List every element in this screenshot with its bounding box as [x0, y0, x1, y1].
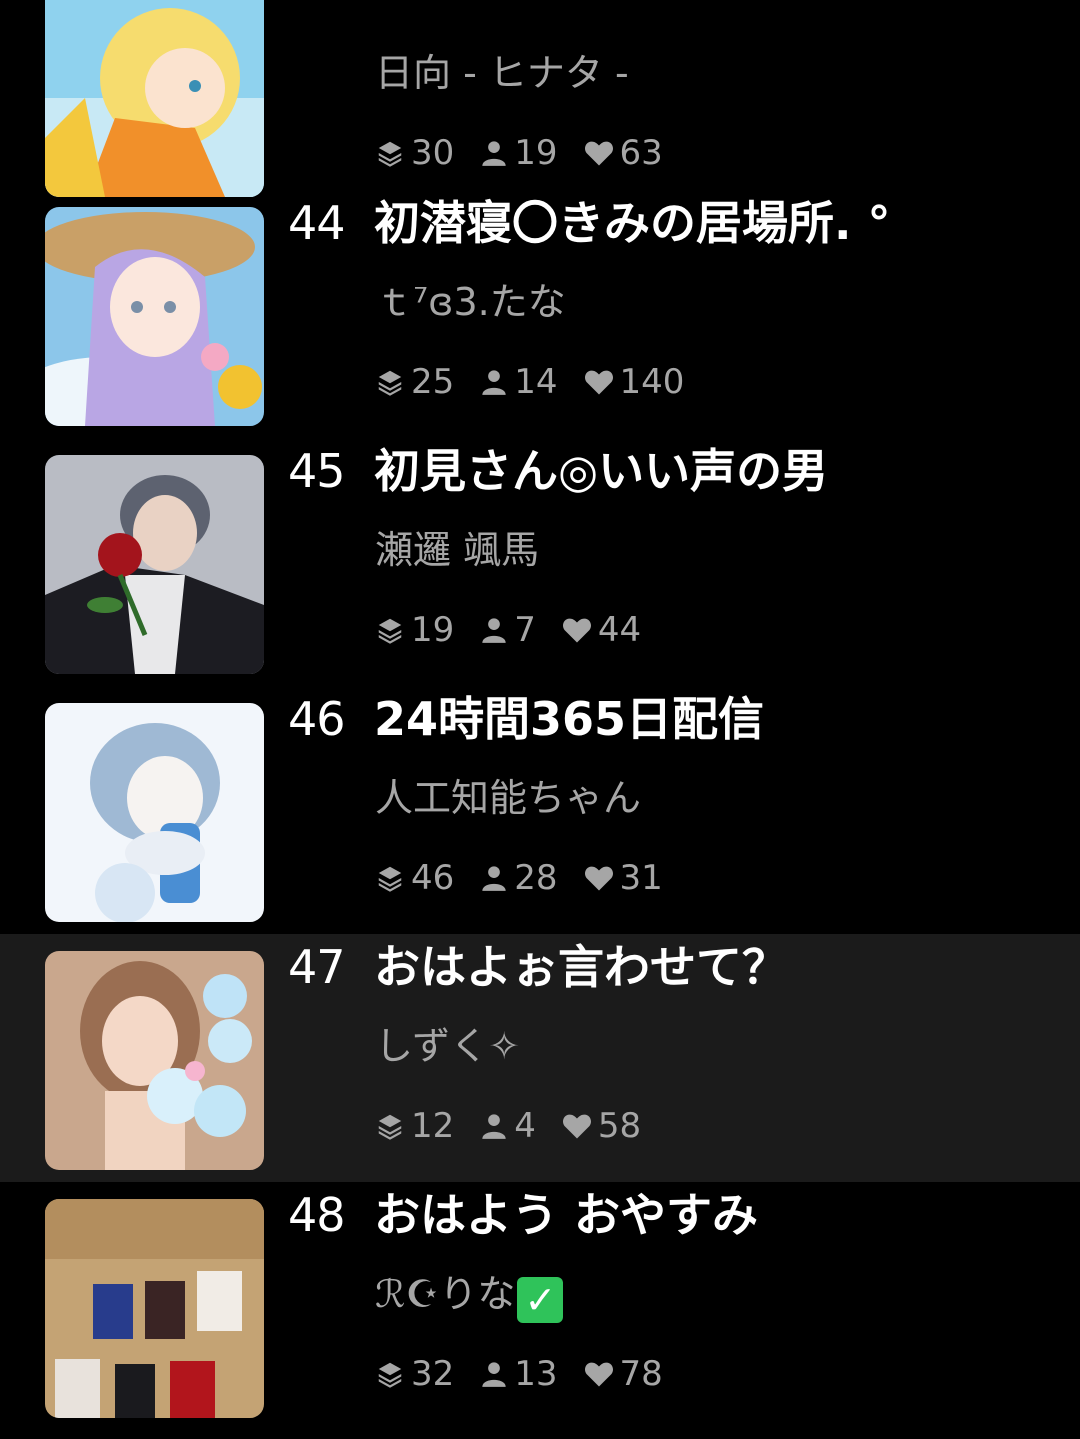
listeners-count: 14	[514, 362, 558, 402]
person-icon	[482, 618, 506, 643]
layers-count: 30	[411, 133, 455, 173]
room-row[interactable]: 日向 - ヒナタ - 30 19 63	[0, 0, 1080, 209]
layers-icon	[378, 1114, 402, 1140]
likes-stat: 44	[562, 610, 641, 650]
room-title: 初潜寝〇きみの居場所. °	[374, 196, 891, 250]
room-row[interactable]: 44 初潜寝〇きみの居場所. ° ｔ⁷ɞ3.たな 25 14 140	[0, 190, 1080, 438]
person-icon	[482, 866, 506, 891]
room-thumbnail	[45, 0, 264, 197]
layers-stat: 19	[375, 610, 454, 650]
likes-stat: 58	[562, 1106, 641, 1146]
heart-icon	[562, 618, 591, 643]
room-stats: 12 4 58	[375, 1106, 667, 1146]
likes-count: 58	[597, 1106, 642, 1146]
layers-stat: 46	[375, 858, 454, 898]
heart-icon	[584, 370, 613, 395]
room-stats: 30 19 63	[375, 133, 689, 173]
rank-number: 46	[288, 692, 346, 746]
layers-count: 19	[411, 610, 455, 650]
listeners-count: 7	[514, 610, 536, 650]
room-stats: 19 7 44	[375, 610, 667, 650]
room-thumbnail	[45, 951, 264, 1170]
room-title: 初見さん◎いい声の男	[374, 444, 829, 498]
likes-count: 63	[619, 133, 663, 173]
likes-stat: 140	[584, 362, 685, 402]
person-icon	[482, 1362, 506, 1387]
layers-count: 25	[411, 362, 455, 402]
rank-number: 45	[288, 444, 346, 498]
layers-stat: 32	[375, 1354, 454, 1394]
listeners-stat: 28	[480, 858, 558, 898]
layers-icon	[378, 141, 402, 167]
host-name: ℛ☪りな ✓	[375, 1272, 564, 1323]
likes-stat: 31	[584, 858, 663, 898]
layers-count: 32	[411, 1354, 455, 1394]
layers-icon	[378, 618, 402, 644]
room-thumbnail	[45, 703, 264, 922]
room-title: おはよう おやすみ	[374, 1188, 759, 1242]
listeners-stat: 7	[480, 610, 536, 650]
host-name: 人工知能ちゃん	[375, 776, 642, 820]
room-stats: 25 14 140	[375, 362, 710, 402]
room-thumbnail	[45, 455, 264, 674]
listeners-count: 13	[514, 1354, 558, 1394]
listeners-stat: 4	[480, 1106, 536, 1146]
person-icon	[482, 370, 506, 395]
host-name: 瀬邏 颯馬	[375, 528, 540, 572]
layers-stat: 30	[375, 133, 454, 173]
listeners-count: 19	[514, 133, 558, 173]
room-row[interactable]: 45 初見さん◎いい声の男 瀬邏 颯馬 19 7 44	[0, 438, 1080, 686]
listeners-stat: 14	[480, 362, 558, 402]
likes-stat: 78	[584, 1354, 663, 1394]
rank-number: 44	[288, 196, 346, 250]
likes-count: 44	[597, 610, 642, 650]
likes-count: 31	[619, 858, 663, 898]
heart-icon	[562, 1114, 591, 1139]
heart-icon	[584, 1362, 613, 1387]
person-icon	[482, 141, 506, 166]
likes-count: 140	[619, 362, 685, 402]
layers-stat: 25	[375, 362, 454, 402]
host-name-text: ℛ☪りな	[375, 1272, 516, 1316]
host-name: ｔ⁷ɞ3.たな	[375, 280, 566, 324]
rank-number: 47	[288, 940, 346, 994]
heart-icon	[584, 141, 613, 166]
layers-count: 46	[411, 858, 455, 898]
person-icon	[482, 1114, 506, 1139]
check-mark-icon: ✓	[517, 1277, 564, 1323]
likes-stat: 63	[584, 133, 663, 173]
host-name: しずく✧	[375, 1024, 521, 1068]
likes-count: 78	[619, 1354, 663, 1394]
room-title: 24時間365日配信	[374, 692, 765, 746]
listeners-stat: 19	[480, 133, 558, 173]
layers-count: 12	[411, 1106, 455, 1146]
room-row[interactable]: 46 24時間365日配信 人工知能ちゃん 46 28 31	[0, 686, 1080, 934]
room-thumbnail	[45, 1199, 264, 1418]
ranking-list: 日向 - ヒナタ - 30 19 63 44 初潜寝〇きみの居場所. ° ｔ⁷ɞ…	[0, 0, 1080, 1439]
rank-number: 48	[288, 1188, 346, 1242]
room-thumbnail	[45, 207, 264, 426]
room-stats: 32 13 78	[375, 1354, 689, 1394]
layers-icon	[378, 1362, 402, 1388]
host-name: 日向 - ヒナタ -	[375, 51, 629, 95]
room-title: おはよぉ言わせて？	[374, 940, 788, 994]
room-row[interactable]: 48 おはよう おやすみ ℛ☪りな ✓ 32 13 78	[0, 1182, 1080, 1430]
heart-icon	[584, 866, 613, 891]
listeners-stat: 13	[480, 1354, 558, 1394]
listeners-count: 28	[514, 858, 558, 898]
listeners-count: 4	[514, 1106, 536, 1146]
layers-stat: 12	[375, 1106, 454, 1146]
layers-icon	[378, 370, 402, 396]
layers-icon	[378, 866, 402, 892]
room-row[interactable]: 47 おはよぉ言わせて？ しずく✧ 12 4 58	[0, 934, 1080, 1182]
room-stats: 46 28 31	[375, 858, 689, 898]
